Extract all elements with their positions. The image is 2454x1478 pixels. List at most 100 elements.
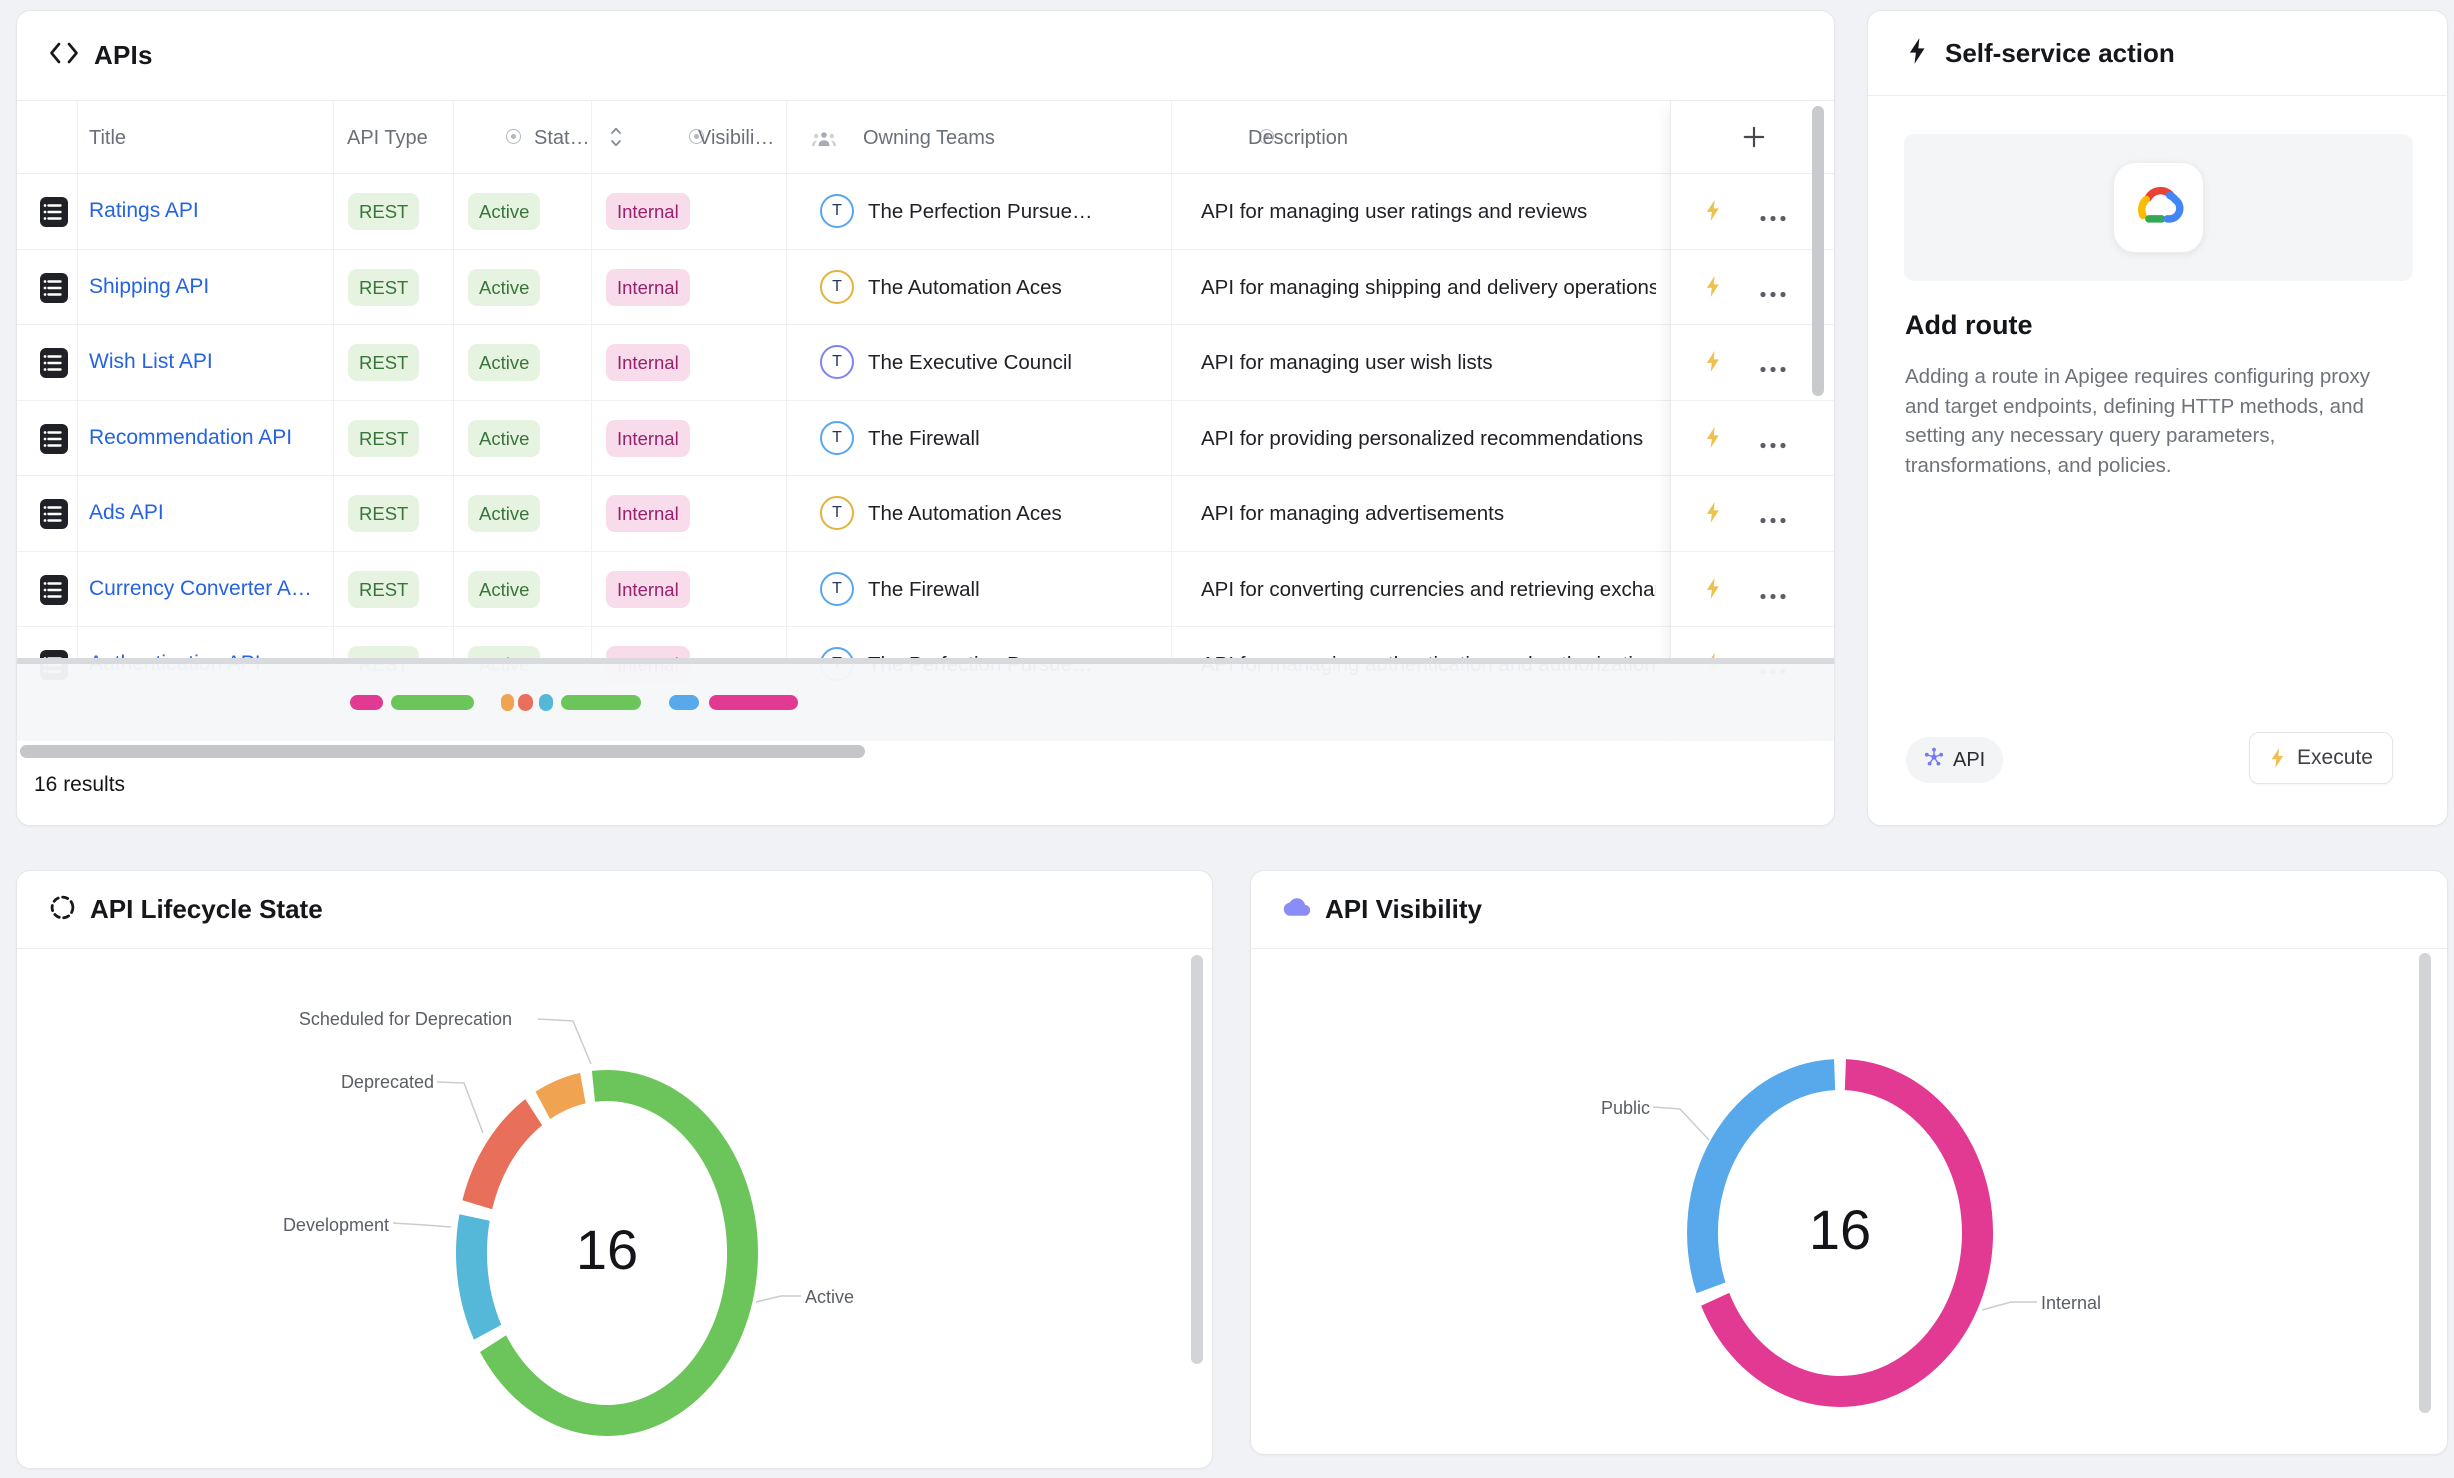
run-action-icon[interactable] <box>1704 350 1723 378</box>
label-internal: Internal <box>2041 1293 2101 1314</box>
status-badge: Active <box>468 495 540 532</box>
scroll-preview-band <box>17 664 1834 741</box>
blueprint-chip[interactable]: API <box>1906 737 2003 783</box>
dashed-circle-icon <box>49 894 76 926</box>
lifecycle-total: 16 <box>527 1217 687 1282</box>
api-type-badge: REST <box>348 344 419 381</box>
status-badge: Active <box>468 571 540 608</box>
table-rows: Ratings API REST Active Internal T The P… <box>17 174 1670 704</box>
entity-icon <box>39 272 69 309</box>
visibility-badge: Internal <box>606 420 690 457</box>
team-name: The Executive Council <box>868 351 1072 375</box>
row-actions <box>1671 552 1835 628</box>
visibility-badge: Internal <box>606 193 690 230</box>
col-title[interactable]: Title <box>89 127 126 150</box>
row-menu-icon[interactable] <box>1759 285 1787 303</box>
team-avatar: T <box>820 270 854 304</box>
api-description: API for managing user ratings and review… <box>1201 200 1656 224</box>
col-owning-teams[interactable]: Owning Teams <box>863 127 995 150</box>
api-title-link[interactable]: Wish List API <box>89 350 213 374</box>
visibility-chart-title: API Visibility <box>1325 894 1482 925</box>
status-badge: Active <box>468 269 540 306</box>
owning-teams-icon <box>811 130 837 153</box>
api-description: API for managing shipping and delivery o… <box>1201 276 1656 300</box>
execute-button[interactable]: Execute <box>2249 732 2393 784</box>
table-row: Recommendation API REST Active Internal … <box>17 401 1670 477</box>
run-action-icon[interactable] <box>1704 275 1723 303</box>
col-api-type[interactable]: API Type <box>347 127 428 150</box>
table-row: Wish List API REST Active Internal T The… <box>17 325 1670 401</box>
api-type-badge: REST <box>348 571 419 608</box>
col-status[interactable]: Stat… <box>534 127 590 150</box>
run-action-icon[interactable] <box>1704 501 1723 529</box>
api-description: API for managing user wish lists <box>1201 351 1656 375</box>
action-card-title: Self-service action <box>1945 38 2175 69</box>
add-column-button[interactable] <box>1671 101 1835 174</box>
label-public: Public <box>1350 1098 1650 1119</box>
vertical-scrollbar[interactable] <box>1812 106 1824 396</box>
table-row: Currency Converter A… REST Active Intern… <box>17 552 1670 628</box>
api-type-badge: REST <box>348 420 419 457</box>
code-icon <box>49 41 79 70</box>
entity-icon <box>39 347 69 384</box>
api-title-link[interactable]: Recommendation API <box>89 426 292 450</box>
visibility-total: 16 <box>1760 1197 1920 1262</box>
api-description: API for managing advertisements <box>1201 502 1656 526</box>
label-deprecated: Deprecated <box>134 1072 434 1093</box>
google-cloud-icon <box>2132 183 2186 232</box>
row-menu-icon[interactable] <box>1759 209 1787 227</box>
entity-icon <box>39 196 69 233</box>
status-badge: Active <box>468 344 540 381</box>
team-name: The Perfection Pursue… <box>868 200 1092 224</box>
visibility-card-header: API Visibility <box>1251 871 2447 949</box>
api-title-link[interactable]: Shipping API <box>89 275 209 299</box>
run-action-icon[interactable] <box>1704 426 1723 454</box>
team-avatar: T <box>820 194 854 228</box>
team-name: The Firewall <box>868 427 980 451</box>
blueprint-icon <box>1924 747 1944 773</box>
lifecycle-card-scrollbar[interactable] <box>1191 955 1203 1364</box>
table-actions-column <box>1670 101 1835 741</box>
api-title-link[interactable]: Ratings API <box>89 199 199 223</box>
visibility-badge: Internal <box>606 269 690 306</box>
table-title: APIs <box>94 40 153 71</box>
row-menu-icon[interactable] <box>1759 436 1787 454</box>
api-type-badge: REST <box>348 193 419 230</box>
visibility-badge: Internal <box>606 344 690 381</box>
team-name: The Firewall <box>868 578 980 602</box>
api-visibility-card: API Visibility 16 Public Internal <box>1250 870 2448 1455</box>
row-menu-icon[interactable] <box>1759 587 1787 605</box>
visibility-card-scrollbar[interactable] <box>2419 953 2431 1413</box>
visibility-badge: Internal <box>606 571 690 608</box>
action-title: Add route <box>1905 310 2033 341</box>
api-title-link[interactable]: Currency Converter A… <box>89 577 312 601</box>
team-name: The Automation Aces <box>868 502 1062 526</box>
entity-icon <box>39 498 69 535</box>
self-service-action-card: Self-service action Add route Adding a r… <box>1867 10 2448 826</box>
row-menu-icon[interactable] <box>1759 360 1787 378</box>
team-name: The Automation Aces <box>868 276 1062 300</box>
table-column-headers: Title API Type Stat… Visibili… Owning Te… <box>17 101 1834 174</box>
visibility-badge: Internal <box>606 495 690 532</box>
api-title-link[interactable]: Ads API <box>89 501 164 525</box>
row-actions <box>1671 250 1835 326</box>
apis-card-header: APIs <box>17 11 1834 101</box>
api-description: API for providing personalized recommend… <box>1201 427 1656 451</box>
row-actions <box>1671 325 1835 401</box>
run-action-icon[interactable] <box>1704 199 1723 227</box>
entity-icon <box>39 423 69 460</box>
sort-carets-icon[interactable] <box>609 122 623 157</box>
col-description[interactable]: Description <box>1248 127 1348 150</box>
horizontal-scrollbar[interactable] <box>20 745 865 758</box>
col-visibility[interactable]: Visibili… <box>698 127 774 150</box>
entity-icon <box>39 574 69 611</box>
status-badge: Active <box>468 420 540 457</box>
api-type-badge: REST <box>348 495 419 532</box>
row-menu-icon[interactable] <box>1759 511 1787 529</box>
action-card-header: Self-service action <box>1868 11 2447 96</box>
run-action-icon[interactable] <box>1704 577 1723 605</box>
action-logo-tile <box>2113 162 2204 253</box>
api-type-badge: REST <box>348 269 419 306</box>
cloud-icon <box>1283 896 1311 923</box>
api-description: API for converting currencies and retrie… <box>1201 578 1656 602</box>
